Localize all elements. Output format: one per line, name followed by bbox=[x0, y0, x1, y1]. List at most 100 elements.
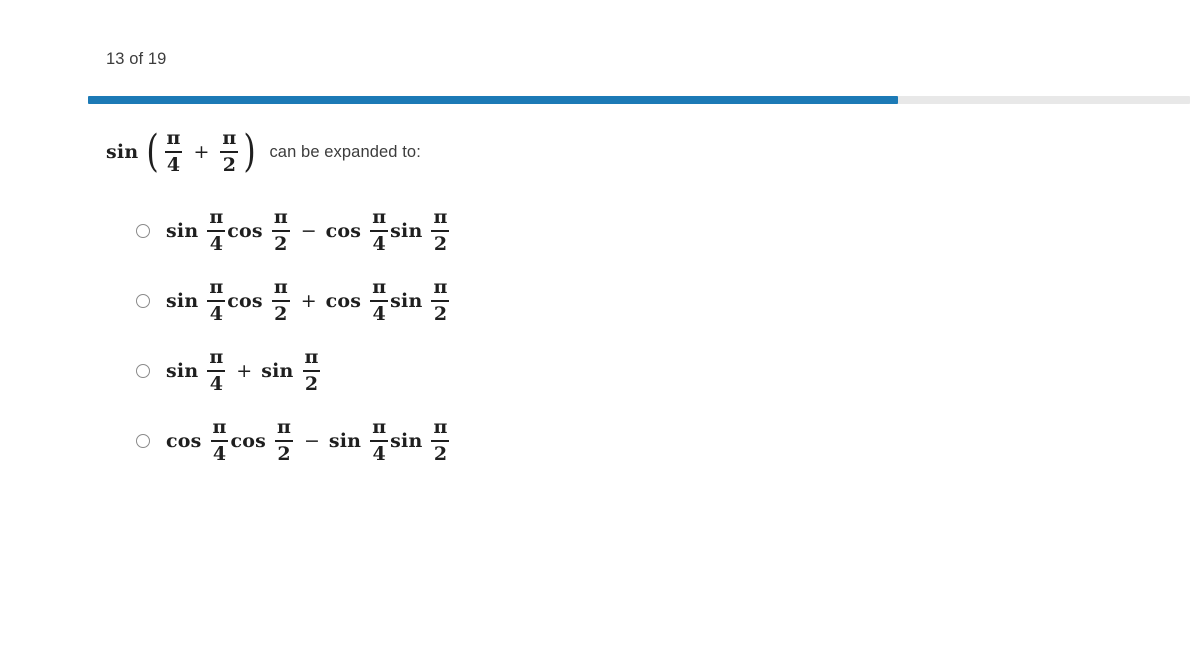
trig-function-label: sin bbox=[390, 219, 423, 242]
fraction: π2 bbox=[431, 205, 450, 255]
trig-function-label: sin bbox=[166, 219, 199, 242]
trig-function-label: sin bbox=[261, 359, 294, 382]
fraction: π4 bbox=[370, 275, 389, 325]
fraction-denominator: 2 bbox=[222, 153, 236, 176]
fraction: π4 bbox=[207, 205, 226, 255]
fraction-bar bbox=[207, 230, 226, 232]
fraction-denominator: 4 bbox=[166, 153, 181, 176]
fraction: π2 bbox=[302, 345, 321, 395]
fraction-denominator: 2 bbox=[274, 232, 288, 255]
fraction-denominator: 4 bbox=[372, 442, 386, 465]
fraction-numerator: π bbox=[433, 205, 448, 228]
fraction-bar bbox=[207, 370, 226, 372]
fraction-numerator: π bbox=[372, 275, 387, 298]
fraction-numerator: π bbox=[212, 415, 227, 438]
fraction-bar bbox=[210, 440, 229, 442]
trig-function-label: cos bbox=[227, 289, 263, 312]
question-prompt-text: can be expanded to: bbox=[269, 143, 421, 162]
progress-bar-track bbox=[88, 96, 1190, 104]
answer-option-formula: sin π 4 cos π 2− cos π 4 sin π 2 bbox=[166, 205, 451, 255]
answer-option-operator: − bbox=[300, 219, 317, 242]
answer-option-c[interactable]: sin π 4 + sin π 2 bbox=[136, 336, 451, 406]
trig-function-label: cos bbox=[230, 429, 267, 452]
fraction-denominator: 4 bbox=[372, 302, 386, 325]
fraction-bar bbox=[164, 151, 183, 153]
fraction-denominator: 2 bbox=[304, 372, 319, 395]
fraction: π4 bbox=[370, 206, 389, 255]
fraction-denominator: 2 bbox=[433, 302, 448, 325]
trig-function-label: sin bbox=[166, 289, 199, 312]
answer-option-operator: + bbox=[236, 359, 253, 382]
fraction: π2 bbox=[275, 415, 293, 465]
radio-button-icon[interactable] bbox=[136, 224, 150, 238]
fraction-bar bbox=[370, 300, 389, 302]
fraction-denominator: 2 bbox=[433, 442, 448, 465]
fraction-numerator: π bbox=[273, 205, 288, 228]
fraction: π4 bbox=[210, 415, 229, 465]
question-fraction-1: π 4 bbox=[164, 127, 183, 176]
fraction-numerator: π bbox=[433, 415, 448, 438]
fraction-bar bbox=[271, 300, 290, 302]
fraction: π2 bbox=[271, 205, 290, 255]
answer-option-d[interactable]: cos π 4 cos π 2− sin π 4 sin π 2 bbox=[136, 406, 451, 476]
radio-button-icon[interactable] bbox=[136, 364, 150, 378]
answer-option-formula: sin π 4 cos π 2 + cos π 4 sin π 2 bbox=[166, 275, 451, 325]
fraction-numerator: π bbox=[209, 275, 224, 298]
fraction: π2 bbox=[431, 415, 450, 465]
fraction-denominator: 2 bbox=[277, 442, 291, 465]
fraction-numerator: π bbox=[433, 275, 448, 298]
trig-function-label: sin bbox=[166, 359, 199, 382]
fraction-numerator: π bbox=[166, 127, 181, 149]
fraction: π4 bbox=[207, 275, 226, 325]
trig-function-label: sin bbox=[390, 429, 423, 452]
radio-button-icon[interactable] bbox=[136, 434, 150, 448]
fraction-bar bbox=[271, 230, 290, 232]
left-paren: ( bbox=[146, 126, 160, 178]
fraction-denominator: 2 bbox=[433, 232, 448, 255]
fraction-numerator: π bbox=[304, 345, 319, 368]
fraction-numerator: π bbox=[372, 415, 387, 438]
fraction-denominator: 4 bbox=[372, 232, 386, 255]
fraction-bar bbox=[275, 440, 293, 442]
trig-function-label: sin bbox=[328, 429, 362, 452]
fraction-denominator: 4 bbox=[209, 372, 223, 395]
answer-option-operator: − bbox=[303, 429, 320, 452]
radio-button-icon[interactable] bbox=[136, 294, 150, 308]
answer-option-a[interactable]: sin π 4 cos π 2− cos π 4 sin π 2 bbox=[136, 196, 451, 266]
answer-option-formula: cos π 4 cos π 2− sin π 4 sin π 2 bbox=[166, 415, 451, 465]
question-operator: + bbox=[193, 140, 210, 163]
trig-function-label: cos bbox=[325, 289, 362, 312]
fraction-denominator: 4 bbox=[209, 302, 223, 325]
fraction-bar bbox=[431, 300, 450, 302]
trig-function-label: cos bbox=[227, 219, 263, 242]
fraction-bar bbox=[370, 440, 389, 442]
trig-function-label: cos bbox=[325, 219, 362, 242]
progress-bar-fill bbox=[88, 96, 898, 104]
fraction-bar bbox=[431, 440, 450, 442]
question-function-label: sin bbox=[106, 140, 139, 163]
answer-option-operator: + bbox=[300, 289, 317, 312]
fraction-bar bbox=[220, 151, 239, 153]
trig-function-label: cos bbox=[166, 429, 202, 452]
fraction-denominator: 4 bbox=[212, 442, 227, 465]
fraction-bar bbox=[431, 230, 450, 232]
page-counter: 13 of 19 bbox=[106, 50, 167, 68]
fraction: π2 bbox=[271, 275, 290, 325]
fraction-numerator: π bbox=[209, 205, 224, 228]
fraction-numerator: π bbox=[222, 127, 237, 149]
fraction-numerator: π bbox=[273, 275, 288, 298]
answer-option-b[interactable]: sin π 4 cos π 2 + cos π 4 sin π 2 bbox=[136, 266, 451, 336]
fraction: π2 bbox=[431, 275, 450, 325]
fraction-numerator: π bbox=[277, 415, 291, 438]
answer-option-formula: sin π 4 + sin π 2 bbox=[166, 345, 322, 395]
fraction-bar bbox=[302, 370, 321, 372]
fraction: π4 bbox=[207, 345, 226, 395]
fraction-denominator: 2 bbox=[274, 302, 288, 325]
question-formula: sin ( π 4 + π 2 ) bbox=[106, 126, 258, 178]
fraction-numerator: π bbox=[209, 345, 224, 368]
fraction-denominator: 4 bbox=[209, 232, 223, 255]
trig-function-label: sin bbox=[390, 289, 423, 312]
fraction: π4 bbox=[370, 415, 389, 465]
question-stem: sin ( π 4 + π 2 ) can be expanded to: bbox=[106, 126, 421, 178]
right-paren: ) bbox=[243, 126, 257, 178]
